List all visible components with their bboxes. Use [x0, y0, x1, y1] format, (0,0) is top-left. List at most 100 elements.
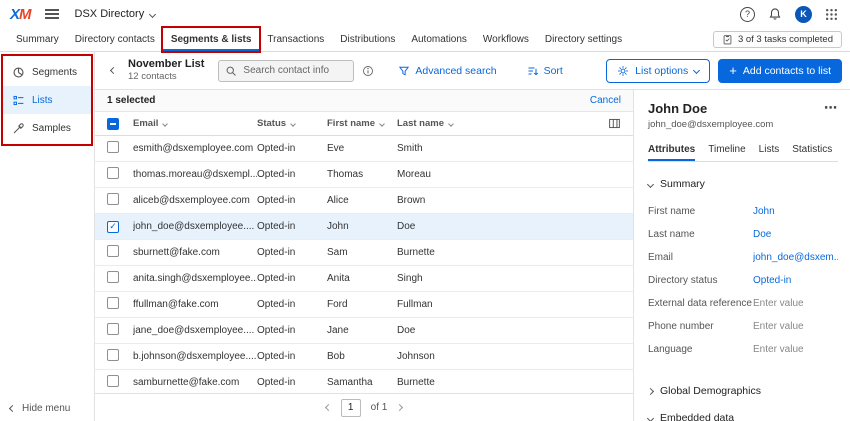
hamburger-menu-icon[interactable] [45, 9, 59, 19]
tasks-icon [722, 34, 733, 45]
chevron-down-icon [149, 10, 156, 17]
attribute-value[interactable]: Opted-in [753, 275, 791, 286]
sort-button[interactable]: Sort [527, 65, 563, 77]
table-row-selected[interactable]: john_doe@dsxemployee.... Opted-in John D… [95, 214, 633, 240]
attribute-value-placeholder[interactable]: Enter value [753, 321, 804, 332]
table-row[interactable]: esmith@dsxemployee.com Opted-in Eve Smit… [95, 136, 633, 162]
row-checkbox[interactable] [107, 141, 119, 153]
cell-last-name: Burnette [397, 247, 633, 258]
attribute-value-placeholder[interactable]: Enter value [753, 344, 804, 355]
search-input[interactable] [241, 64, 347, 77]
tasks-completed-badge[interactable]: 3 of 3 tasks completed [713, 31, 842, 48]
section-global-demographics[interactable]: Global Demographics [648, 385, 838, 397]
samples-icon [12, 122, 25, 135]
cell-email: john_doe@dsxemployee.... [133, 221, 257, 232]
search-icon [225, 65, 237, 77]
table-row[interactable]: ffullman@fake.com Opted-in Ford Fullman [95, 292, 633, 318]
column-header-email[interactable]: Email [133, 118, 257, 129]
sidebar-item-lists[interactable]: Lists [3, 86, 91, 114]
attribute-value-placeholder[interactable]: Enter value [753, 298, 804, 309]
contact-name: John Doe [648, 101, 707, 116]
chevron-down-icon [693, 67, 700, 74]
content-area: Segments Lists Samples Hide menu Novembe… [0, 52, 850, 421]
section-embedded-data[interactable]: Embedded data [648, 412, 838, 421]
add-contacts-button[interactable]: + Add contacts to list [718, 59, 842, 83]
attribute-value[interactable]: John [753, 206, 775, 217]
chevron-down-icon [647, 414, 654, 421]
cell-last-name: Fullman [397, 299, 633, 310]
attribute-value[interactable]: john_doe@dsxem... [753, 252, 838, 263]
hide-menu-button[interactable]: Hide menu [0, 395, 94, 421]
tab-segments-and-lists[interactable]: Segments & lists [163, 28, 260, 51]
row-checkbox[interactable] [107, 375, 119, 387]
next-page-icon[interactable] [396, 404, 403, 411]
tab-directory-settings[interactable]: Directory settings [537, 28, 630, 51]
tab-distributions[interactable]: Distributions [332, 28, 403, 51]
cell-last-name: Doe [397, 221, 633, 232]
row-checkbox-checked[interactable] [107, 221, 119, 233]
row-checkbox[interactable] [107, 245, 119, 257]
cell-first-name: Sam [327, 247, 397, 258]
table-row[interactable]: jane_doe@dsxemployee.... Opted-in Jane D… [95, 318, 633, 344]
row-checkbox[interactable] [107, 193, 119, 205]
sort-icon [527, 65, 539, 77]
row-checkbox[interactable] [107, 323, 119, 335]
sidebar-item-label: Lists [32, 95, 53, 106]
back-button[interactable] [107, 64, 120, 77]
sidebar-menu: Segments Lists Samples [3, 56, 91, 144]
sidebar-item-samples[interactable]: Samples [3, 114, 91, 142]
column-header-first-name[interactable]: First name [327, 118, 397, 129]
column-header-last-name[interactable]: Last name [397, 118, 591, 129]
table-row[interactable]: samburnette@fake.com Opted-in Samantha B… [95, 370, 633, 393]
cancel-selection-button[interactable]: Cancel [590, 95, 621, 106]
cell-last-name: Moreau [397, 169, 633, 180]
contact-email: john_doe@dsxemployee.com [648, 119, 838, 130]
tab-timeline[interactable]: Timeline [708, 140, 745, 161]
tab-workflows[interactable]: Workflows [475, 28, 537, 51]
cell-status: Opted-in [257, 351, 327, 362]
section-summary[interactable]: Summary [648, 178, 838, 190]
tab-statistics[interactable]: Statistics [792, 140, 832, 161]
chevron-down-icon [647, 180, 654, 187]
cell-last-name: Singh [397, 273, 633, 284]
list-options-button[interactable]: List options [606, 59, 710, 83]
tab-lists[interactable]: Lists [759, 140, 780, 161]
tab-summary[interactable]: Summary [8, 28, 67, 51]
row-checkbox[interactable] [107, 167, 119, 179]
selection-bar: 1 selected Cancel [95, 90, 633, 112]
current-page-input[interactable]: 1 [341, 399, 361, 417]
advanced-search-button[interactable]: Advanced search [398, 65, 496, 77]
attribute-row: Email john_doe@dsxem... [648, 246, 838, 269]
select-all-checkbox[interactable] [107, 118, 119, 130]
directory-selector[interactable]: DSX Directory [75, 8, 156, 20]
tab-automations[interactable]: Automations [403, 28, 475, 51]
attribute-row: Phone number Enter value [648, 315, 838, 338]
row-checkbox[interactable] [107, 297, 119, 309]
hide-menu-label: Hide menu [22, 403, 70, 414]
attribute-value[interactable]: Doe [753, 229, 771, 240]
previous-page-icon[interactable] [325, 404, 332, 411]
table-row[interactable]: b.johnson@dsxemployee.... Opted-in Bob J… [95, 344, 633, 370]
user-avatar[interactable]: K [795, 6, 812, 23]
row-checkbox[interactable] [107, 349, 119, 361]
contact-menu-button[interactable]: ⋯ [824, 100, 838, 116]
tab-directory-contacts[interactable]: Directory contacts [67, 28, 163, 51]
info-icon[interactable] [362, 65, 374, 77]
column-header-status[interactable]: Status [257, 118, 327, 129]
notifications-bell-icon[interactable] [768, 7, 782, 21]
tab-attributes[interactable]: Attributes [648, 140, 695, 161]
tab-transactions[interactable]: Transactions [259, 28, 332, 51]
xm-logo: XM [10, 6, 31, 23]
tasks-badge-label: 3 of 3 tasks completed [738, 34, 833, 45]
sidebar-item-label: Samples [32, 123, 71, 134]
table-body: esmith@dsxemployee.com Opted-in Eve Smit… [95, 136, 633, 393]
table-row[interactable]: anita.singh@dsxemployee... Opted-in Anit… [95, 266, 633, 292]
apps-grid-icon[interactable] [825, 8, 838, 21]
help-icon[interactable]: ? [740, 7, 755, 22]
sidebar-item-segments[interactable]: Segments [3, 58, 91, 86]
table-row[interactable]: aliceb@dsxemployee.com Opted-in Alice Br… [95, 188, 633, 214]
row-checkbox[interactable] [107, 271, 119, 283]
table-row[interactable]: thomas.moreau@dsxempl... Opted-in Thomas… [95, 162, 633, 188]
column-settings-icon[interactable] [608, 117, 621, 130]
table-row[interactable]: sburnett@fake.com Opted-in Sam Burnette [95, 240, 633, 266]
